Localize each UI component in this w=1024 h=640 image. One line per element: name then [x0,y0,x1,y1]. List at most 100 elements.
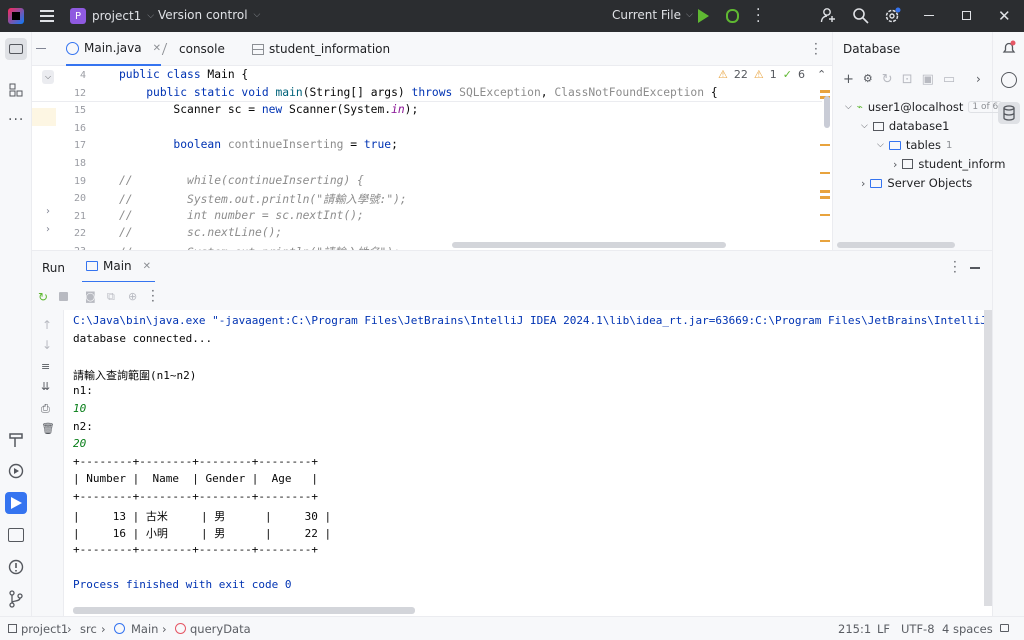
refresh-icon[interactable]: ↻ [882,72,893,87]
console-line: n2: [73,419,93,433]
caret-position[interactable]: 215:1 [838,622,871,636]
console-line: n1: [73,384,93,398]
more-icon[interactable]: · · · [151,285,157,307]
soft-wrap-icon[interactable]: ≡ [41,360,50,373]
tab-console[interactable]: console [161,32,225,66]
run-config-selector[interactable]: Current File ⌵ [612,8,693,22]
arrow-up-icon[interactable]: ↑ [42,318,52,332]
add-icon[interactable]: + [843,72,854,87]
file-encoding[interactable]: UTF-8 [901,622,935,636]
tree-item-database1[interactable]: ⌵ database1 [861,119,949,133]
console-scroll-track[interactable] [984,310,992,606]
jump-to-console-icon[interactable]: ▭ [943,72,955,87]
build-tool-icon[interactable] [9,432,23,448]
tab-student-information[interactable]: student_information [252,32,390,66]
restore-window-button[interactable] [962,11,971,20]
vcs-label: Version control [158,8,248,22]
minimize-window-button[interactable] [924,15,934,16]
code-editor[interactable]: ⌵ › › 4 public class Main {12 public stat… [32,66,832,250]
fold-expand-icon[interactable]: › [46,224,50,235]
chevron-right-icon[interactable]: › [976,72,981,86]
breadcrumb-main[interactable]: Main [131,622,158,636]
breadcrumb-src[interactable]: src [80,622,97,636]
ai-assistant-icon[interactable] [1001,72,1017,88]
console-horizontal-scrollbar[interactable] [73,607,415,614]
run-options-icon[interactable]: · · · [953,256,959,278]
search-icon[interactable] [852,7,869,24]
more-icon[interactable]: · · · [756,3,762,29]
problems-tool-icon[interactable] [8,559,24,575]
warning-icon: ⚠ [718,68,728,81]
read-only-lock-icon[interactable] [1000,624,1009,632]
tree-item-server-objects[interactable]: › Server Objects [861,176,972,190]
indent-setting[interactable]: 4 spaces [942,622,993,636]
main-menu-icon[interactable] [38,8,56,24]
close-window-button[interactable]: ✕ [998,7,1011,25]
terminal-tool-icon[interactable] [8,528,24,542]
chevron-down-icon: ⌵ [253,10,261,20]
more-tools-icon[interactable]: ··· [8,112,24,128]
sticky-lines-divider [32,101,822,102]
tree-item-student-information[interactable]: › student_inform [893,157,1005,171]
line-number: 22 [73,228,86,240]
console-line: +--------+--------+--------+--------+ [73,542,319,556]
vertical-scrollbar[interactable] [824,96,830,128]
hide-panel-icon[interactable] [970,267,980,269]
horizontal-scrollbar[interactable] [837,242,955,248]
stop-icon[interactable]: ▣ [922,72,934,87]
application-icon [86,261,98,271]
line-separator[interactable]: LF [877,622,890,636]
scroll-to-end-icon[interactable]: ⇊ [41,380,50,393]
disconnect-icon[interactable]: ⊡ [902,72,913,87]
line-number: 21 [73,210,86,222]
close-icon[interactable]: ✕ [153,43,161,54]
arrow-down-icon[interactable]: ↓ [42,338,52,352]
print-icon[interactable]: ⎙ [41,402,50,416]
run-tool-icon[interactable] [5,492,27,514]
fold-collapse-icon[interactable]: ⌵ [42,70,54,84]
sql-console-icon [161,43,177,55]
rerun-icon[interactable]: ↻ [38,290,48,304]
horizontal-scrollbar[interactable] [452,242,726,248]
tree-label: tables [905,138,941,152]
inspection-widget[interactable]: ⚠22 ⚠1 ✓6 ⌃ ⌄ [718,68,832,81]
tab-run-main[interactable]: Main ✕ [82,251,156,283]
pin-tab-icon[interactable]: ⊕ [128,290,137,303]
data-source-properties-icon[interactable]: ⚙ [863,72,873,87]
notifications-icon[interactable] [1001,40,1017,56]
add-user-icon[interactable] [820,7,836,23]
services-tool-icon[interactable] [8,463,24,479]
tabs-more-icon[interactable]: · · · [814,38,820,60]
line-number: 19 [73,175,86,187]
settings-icon[interactable] [884,7,901,24]
project-tool-icon[interactable] [5,38,27,60]
structure-tool-icon[interactable] [9,83,23,97]
table-icon [902,159,914,169]
tabs-menu-icon[interactable] [36,48,46,49]
run-icon[interactable] [698,9,709,23]
stop-icon[interactable] [59,292,68,301]
tab-label: console [179,42,225,56]
breadcrumb-project[interactable]: project1 [21,622,68,636]
console-line: C:\Java\bin\java.exe "-javaagent:C:\Prog… [73,314,984,327]
tree-item-connection[interactable]: ⌵ ⌁ user1@localhost 1 of 6 [845,100,1003,114]
code-line: public static void main(String[] args) t… [146,85,718,99]
previous-highlight-icon[interactable]: ⌃ [817,68,826,81]
breadcrumb-method[interactable]: queryData [190,622,251,636]
restore-layout-icon[interactable]: ⧉ [107,290,115,304]
tree-item-tables[interactable]: ⌵ tables 1 [877,138,952,152]
git-tool-icon[interactable] [8,590,24,608]
tab-main-java[interactable]: Main.java ✕ [66,32,161,66]
debug-icon[interactable] [726,9,739,23]
console-output[interactable]: C:\Java\bin\java.exe "-javaagent:C:\Prog… [64,310,984,616]
run-tool-title: Run [42,261,66,275]
trash-icon[interactable]: 🗑 [41,422,55,435]
project-widget[interactable]: P project1 ⌵ [70,7,154,25]
fold-expand-icon[interactable]: › [46,206,50,217]
close-icon[interactable]: ✕ [143,261,151,272]
editor-tab-bar: Main.java ✕ console student_information … [32,32,832,66]
chevron-down-icon: ⌵ [685,10,693,20]
chevron-down-icon: ⌵ [877,140,884,150]
screenshot-icon[interactable]: ◙ [85,290,96,303]
vcs-widget[interactable]: Version control ⌵ [158,8,260,22]
